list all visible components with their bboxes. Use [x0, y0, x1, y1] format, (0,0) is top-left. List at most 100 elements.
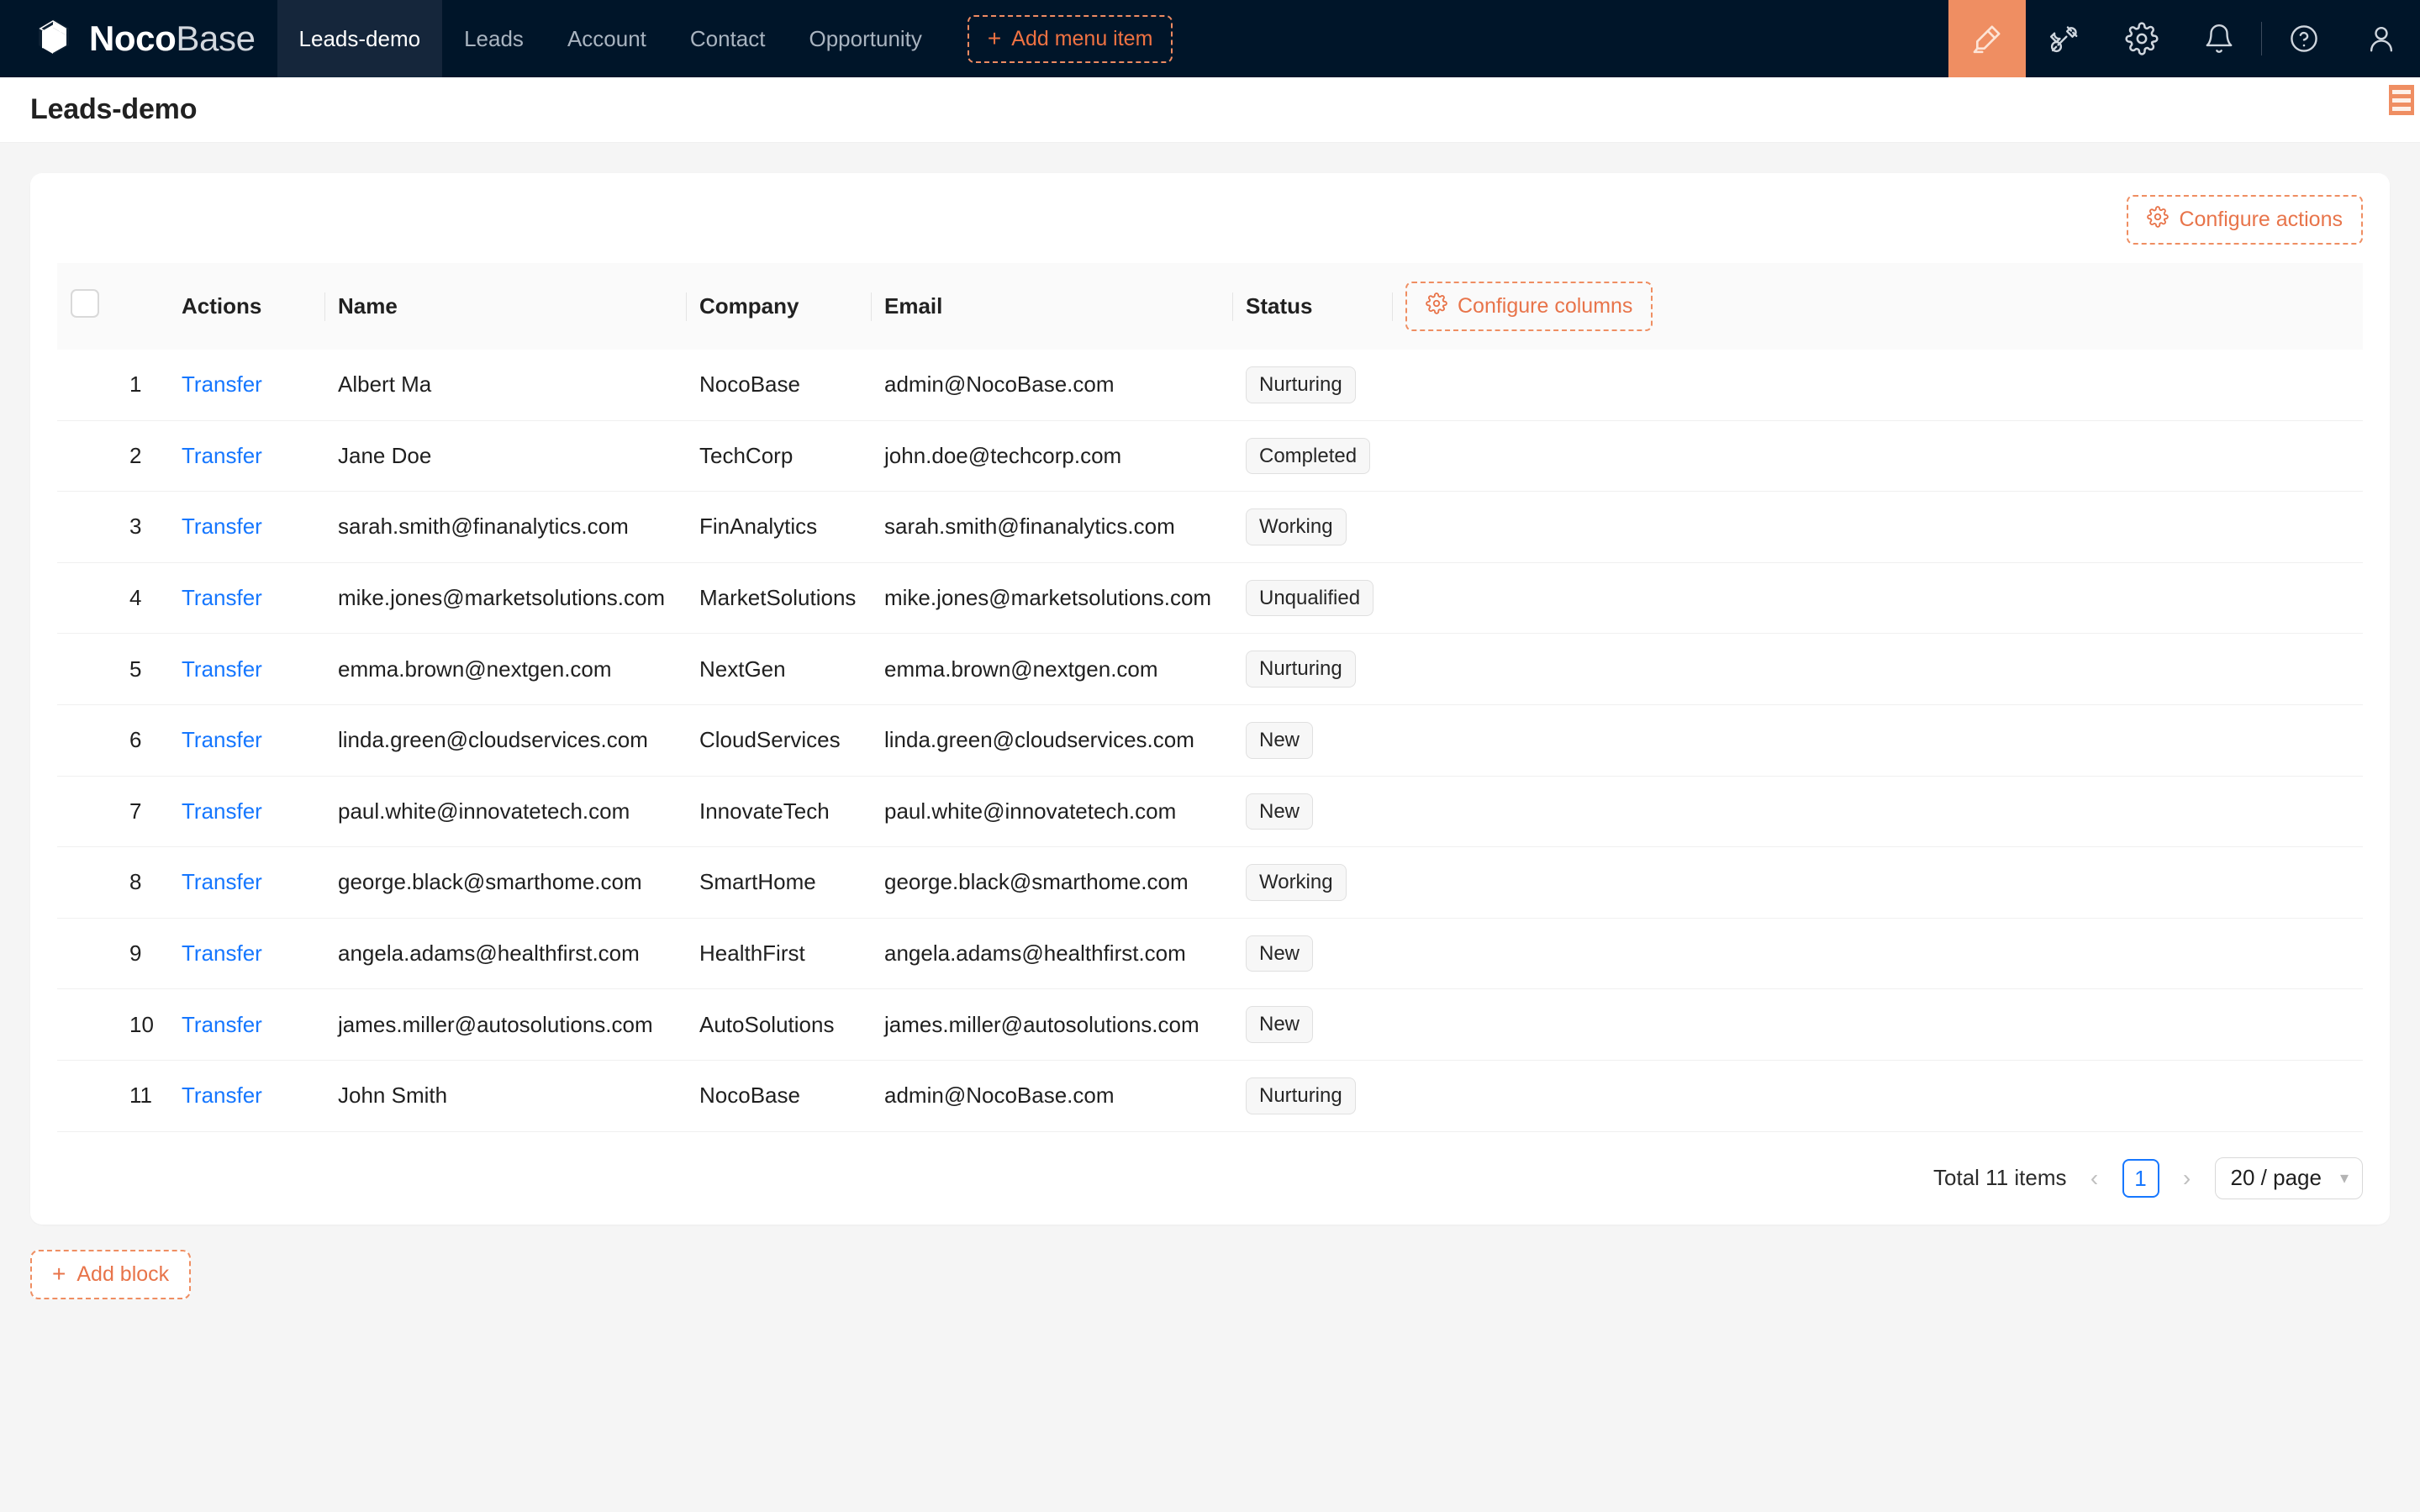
hamburger-bar — [2392, 97, 2411, 103]
row-name: linda.green@cloudservices.com — [324, 704, 686, 777]
menu-item-leads-demo[interactable]: Leads-demo — [277, 0, 443, 77]
configure-actions-button[interactable]: Configure actions — [2127, 195, 2363, 245]
transfer-link[interactable]: Transfer — [182, 727, 262, 752]
row-email: paul.white@innovatetech.com — [871, 776, 1232, 848]
transfer-link[interactable]: Transfer — [182, 656, 262, 682]
row-name: Jane Doe — [324, 420, 686, 493]
pagination-page-1[interactable]: 1 — [2122, 1158, 2159, 1198]
row-company: FinAnalytics — [686, 491, 871, 563]
table-header: Actions Name Company Email Status Config… — [57, 263, 2363, 350]
row-email: john.doe@techcorp.com — [871, 420, 1232, 493]
row-checkbox-cell[interactable] — [57, 491, 116, 563]
column-header-status[interactable]: Status — [1232, 263, 1392, 350]
table-row[interactable]: 7 Transfer paul.white@innovatetech.com I… — [57, 776, 2363, 848]
transfer-link[interactable]: Transfer — [182, 1083, 262, 1108]
table-row[interactable]: 4 Transfer mike.jones@marketsolutions.co… — [57, 562, 2363, 635]
table-row[interactable]: 1 Transfer Albert Ma NocoBase admin@Noco… — [57, 350, 2363, 421]
row-checkbox-cell[interactable] — [57, 846, 116, 919]
table-row[interactable]: 9 Transfer angela.adams@healthfirst.com … — [57, 918, 2363, 990]
highlighter-icon[interactable] — [1948, 0, 2026, 77]
menu-item-account[interactable]: Account — [546, 0, 668, 77]
help-icon[interactable] — [2265, 0, 2343, 77]
user-avatar-icon[interactable] — [2343, 0, 2420, 77]
hamburger-menu-icon[interactable] — [2389, 85, 2414, 115]
transfer-link[interactable]: Transfer — [182, 371, 262, 397]
row-name: John Smith — [324, 1060, 686, 1132]
table-row[interactable]: 5 Transfer emma.brown@nextgen.com NextGe… — [57, 633, 2363, 705]
row-checkbox-cell[interactable] — [57, 776, 116, 848]
chevron-left-icon[interactable]: ‹ — [2080, 1165, 2109, 1192]
transfer-link[interactable]: Transfer — [182, 869, 262, 894]
add-block-label: Add block — [76, 1262, 170, 1286]
column-header-company[interactable]: Company — [686, 263, 871, 350]
table-row[interactable]: 8 Transfer george.black@smarthome.com Sm… — [57, 846, 2363, 919]
row-checkbox-cell[interactable] — [57, 704, 116, 777]
page-size-select[interactable]: 20 / page ▾ — [2214, 1156, 2363, 1199]
menu-item-leads[interactable]: Leads — [442, 0, 546, 77]
column-header-name[interactable]: Name — [324, 263, 686, 350]
configure-columns-button[interactable]: Configure columns — [1405, 282, 1653, 331]
row-email: emma.brown@nextgen.com — [871, 633, 1232, 705]
transfer-link[interactable]: Transfer — [182, 798, 262, 824]
row-checkbox-cell[interactable] — [57, 562, 116, 635]
row-index: 1 — [116, 350, 168, 421]
row-index-header — [116, 263, 168, 350]
row-checkbox-cell[interactable] — [57, 420, 116, 493]
transfer-link[interactable]: Transfer — [182, 585, 262, 610]
table-row[interactable]: 11 Transfer John Smith NocoBase admin@No… — [57, 1060, 2363, 1132]
chevron-down-icon: ▾ — [2339, 1169, 2349, 1188]
status-badge: Completed — [1246, 437, 1371, 475]
row-email: angela.adams@healthfirst.com — [871, 918, 1232, 990]
gear-icon[interactable] — [2103, 0, 2180, 77]
row-checkbox-cell[interactable] — [57, 633, 116, 705]
add-block-button[interactable]: + Add block — [30, 1249, 192, 1299]
plugin-icon[interactable] — [2026, 0, 2103, 77]
row-name: george.black@smarthome.com — [324, 846, 686, 919]
configure-columns-header: Configure columns — [1392, 263, 2363, 350]
row-spacer — [1392, 491, 2363, 563]
row-index: 8 — [116, 846, 168, 919]
status-badge: New — [1246, 1006, 1314, 1043]
row-status-cell: Unqualified — [1232, 562, 1392, 635]
menu-item-opportunity[interactable]: Opportunity — [788, 0, 944, 77]
transfer-link[interactable]: Transfer — [182, 514, 262, 539]
transfer-link[interactable]: Transfer — [182, 443, 262, 468]
column-header-actions[interactable]: Actions — [168, 263, 324, 350]
row-company: HealthFirst — [686, 918, 871, 990]
row-company: InnovateTech — [686, 776, 871, 848]
hamburger-bar — [2392, 106, 2411, 111]
brand-name-part2: Base — [176, 18, 256, 58]
row-checkbox-cell[interactable] — [57, 918, 116, 990]
row-email: mike.jones@marketsolutions.com — [871, 562, 1232, 635]
brand-logo-area[interactable]: NocoBase — [0, 0, 277, 77]
bell-icon[interactable] — [2180, 0, 2258, 77]
row-email: george.black@smarthome.com — [871, 846, 1232, 919]
column-header-email[interactable]: Email — [871, 263, 1232, 350]
row-action-cell: Transfer — [168, 988, 324, 1061]
select-all-header — [57, 263, 116, 350]
add-menu-item-button[interactable]: + Add menu item — [967, 14, 1173, 63]
transfer-link[interactable]: Transfer — [182, 940, 262, 966]
table-row[interactable]: 3 Transfer sarah.smith@finanalytics.com … — [57, 491, 2363, 563]
table-row[interactable]: 10 Transfer james.miller@autosolutions.c… — [57, 988, 2363, 1061]
row-company: NocoBase — [686, 1060, 871, 1132]
row-checkbox-cell[interactable] — [57, 1060, 116, 1132]
pagination-total: Total 11 items — [1933, 1165, 2067, 1191]
brand-name-part1: Noco — [89, 18, 177, 58]
row-action-cell: Transfer — [168, 420, 324, 493]
add-menu-item-container: + Add menu item — [944, 0, 1173, 77]
row-status-cell: Working — [1232, 491, 1392, 563]
row-name: angela.adams@healthfirst.com — [324, 918, 686, 990]
row-checkbox-cell[interactable] — [57, 988, 116, 1061]
status-badge: New — [1246, 721, 1314, 759]
row-action-cell: Transfer — [168, 1060, 324, 1132]
menu-item-contact[interactable]: Contact — [668, 0, 788, 77]
select-all-checkbox[interactable] — [71, 289, 99, 318]
row-action-cell: Transfer — [168, 633, 324, 705]
table-row[interactable]: 6 Transfer linda.green@cloudservices.com… — [57, 704, 2363, 777]
chevron-right-icon[interactable]: › — [2173, 1165, 2201, 1192]
transfer-link[interactable]: Transfer — [182, 1012, 262, 1037]
row-email: linda.green@cloudservices.com — [871, 704, 1232, 777]
table-row[interactable]: 2 Transfer Jane Doe TechCorp john.doe@te… — [57, 420, 2363, 493]
row-checkbox-cell[interactable] — [57, 350, 116, 421]
